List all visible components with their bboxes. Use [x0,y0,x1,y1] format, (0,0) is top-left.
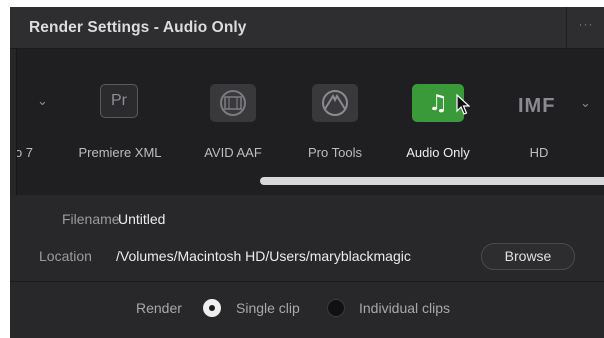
preset-label: o 7 [14,145,34,160]
individual-clips-radio[interactable] [327,299,345,317]
preset-audio-only[interactable]: ♫ Audio Only [390,49,490,195]
filename-label: Filename [62,211,120,227]
preset-premiere-xml[interactable]: Pr Premiere XML [78,49,188,195]
title-bar: Render Settings - Audio Only ··· [10,7,604,49]
presets-left-edge [10,49,17,195]
premiere-pr-text: Pr [111,92,127,109]
music-note-glyph: ♫ [428,90,448,116]
preset-pro-tools[interactable]: Pro Tools [290,49,380,195]
chevron-down-icon[interactable]: ⌄ [37,93,48,109]
render-presets-strip[interactable]: ⌄ o 7 Pr Premiere XML AVID AAF Pro Tools… [10,49,604,196]
filename-field[interactable]: Untitled [118,211,165,227]
location-label: Location [39,248,92,264]
location-field[interactable]: /Volumes/Macintosh HD/Users/maryblackmag… [116,248,478,264]
individual-clips-label[interactable]: Individual clips [359,300,450,316]
render-label: Render [136,300,182,316]
render-settings-panel: Render Settings - Audio Only ··· ⌄ o 7 P… [10,7,604,338]
single-clip-label[interactable]: Single clip [236,300,300,316]
horizontal-scrollbar[interactable] [260,177,604,185]
preset-imf-hd[interactable]: IMF ⌄ HD [505,49,604,195]
preset-label: HD [529,145,549,160]
single-clip-radio[interactable] [203,299,221,317]
premiere-pr-icon: Pr [100,84,138,118]
divider [566,7,567,48]
preset-label: Premiere XML [78,145,162,160]
options-menu-icon[interactable]: ··· [572,17,600,37]
render-options: Render Single clip Individual clips [10,282,604,338]
preset-avid-aaf[interactable]: AVID AAF [188,49,278,195]
preset-label: Pro Tools [308,145,362,160]
pro-tools-icon [312,84,358,122]
preset-label: Audio Only [406,145,470,160]
preset-label: AVID AAF [204,145,262,160]
panel-title: Render Settings - Audio Only [29,19,247,36]
output-fields: Filename Untitled Location /Volumes/Maci… [10,195,604,282]
mouse-cursor-icon [456,94,470,115]
imf-icon: IMF [518,95,556,117]
browse-button[interactable]: Browse [481,243,575,270]
chevron-down-icon[interactable]: ⌄ [580,95,591,111]
film-reel-icon [210,84,256,122]
